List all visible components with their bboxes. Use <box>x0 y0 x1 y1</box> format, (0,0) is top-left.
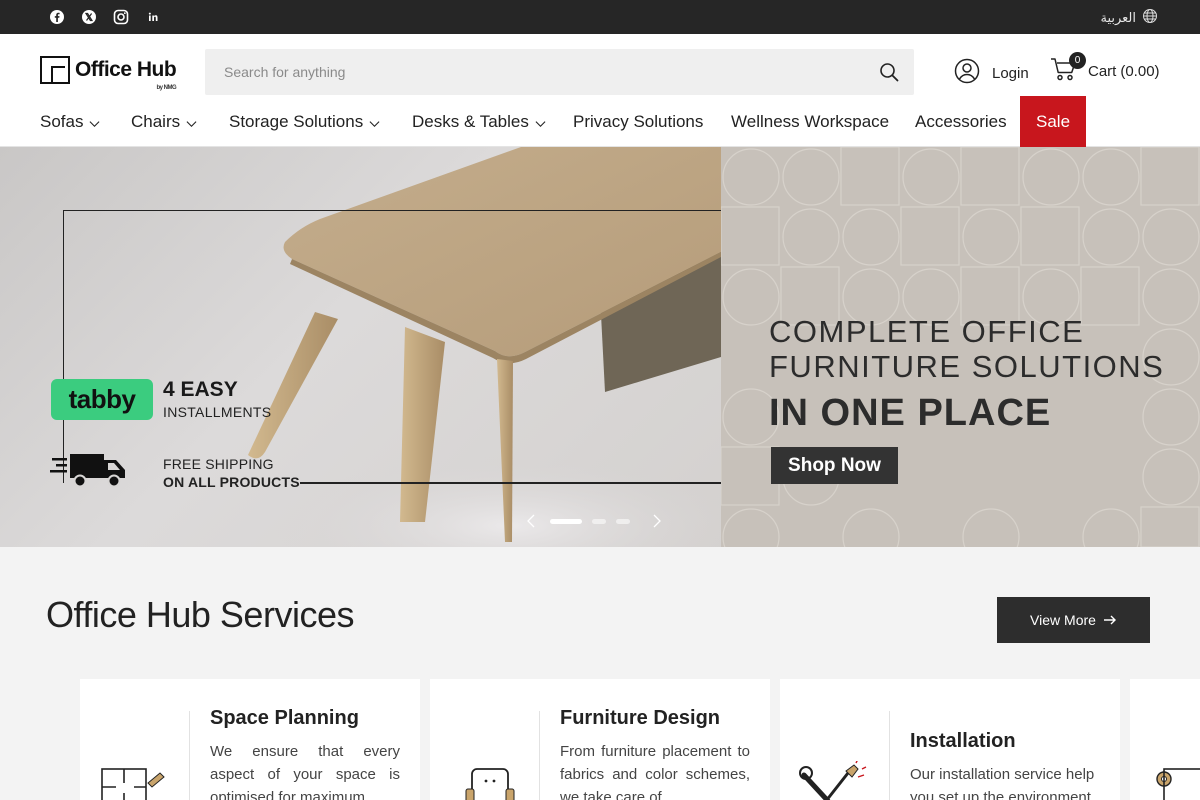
gear-icon <box>1156 768 1200 800</box>
site-logo[interactable]: Office Hub by NMG <box>40 56 177 91</box>
card-divider <box>539 711 540 800</box>
top-bar: العربية <box>0 0 1200 34</box>
logo-text: Office Hub by NMG <box>75 58 177 91</box>
carousel-dot-3[interactable] <box>616 518 630 524</box>
service-card-text: Our installation service help you set up… <box>910 766 1095 800</box>
armchair-icon <box>465 768 515 800</box>
chevron-left-icon[interactable] <box>524 513 540 529</box>
login-label: Login <box>992 64 1029 82</box>
nav-label: Sofas <box>40 111 84 131</box>
chevron-down-icon <box>186 121 197 128</box>
carousel-dot-1[interactable] <box>550 518 582 524</box>
free-shipping-text: FREE SHIPPING ON ALL PRODUCTS <box>163 455 300 491</box>
shipping-line-1: FREE SHIPPING <box>163 456 274 472</box>
hero-headline: COMPLETE OFFICE FURNITURE SOLUTIONS IN O… <box>769 314 1164 435</box>
nav-label: Accessories <box>915 111 1007 131</box>
user-icon <box>954 58 980 88</box>
linkedin-icon[interactable] <box>145 9 161 25</box>
chevron-down-icon <box>369 121 380 128</box>
floor-plan-icon <box>101 768 165 800</box>
hero-carousel: tabby 4 EASY INSTALLMENTS FREE SHIPPING … <box>0 147 1200 547</box>
search-bar <box>205 49 914 95</box>
headline-line-3: IN ONE PLACE <box>769 392 1052 434</box>
service-card-text: From furniture placement to fabrics and … <box>560 743 750 800</box>
carousel-dot-2[interactable] <box>592 518 606 524</box>
instagram-icon[interactable] <box>113 9 129 25</box>
nav-item-privacy-solutions[interactable]: Privacy Solutions <box>573 96 703 147</box>
carousel-controls <box>524 513 664 529</box>
language-switcher[interactable]: العربية <box>1100 8 1158 27</box>
logo-mark <box>40 56 70 84</box>
cart-total: (0.00) <box>1120 62 1160 80</box>
hero-image-table: tabby 4 EASY INSTALLMENTS FREE SHIPPING … <box>0 147 721 547</box>
chevron-down-icon <box>90 121 100 128</box>
nav-label: Wellness Workspace <box>731 111 890 131</box>
nav-item-sale[interactable]: Sale <box>1020 96 1087 147</box>
installments-title: 4 EASY <box>163 378 238 401</box>
service-card-partial[interactable] <box>1130 679 1200 800</box>
nav-label: Chairs <box>131 111 181 131</box>
hero-frame-line <box>63 210 721 483</box>
nav-item-sofas[interactable]: Sofas <box>40 96 100 147</box>
nav-item-wellness-workspace[interactable]: Wellness Workspace <box>731 96 889 147</box>
globe-icon <box>1142 8 1158 27</box>
logo-subtext: by NMG <box>156 85 177 91</box>
service-card-space-planning[interactable]: Space Planning We ensure that every aspe… <box>80 679 420 800</box>
view-more-button[interactable]: View More <box>997 597 1150 643</box>
main-nav: Sofas Chairs Storage Solutions Desks & T… <box>0 96 1200 147</box>
service-card-text: We ensure that every aspect of your spac… <box>210 743 400 800</box>
chevron-right-icon[interactable] <box>648 513 664 529</box>
nav-item-desks-tables[interactable]: Desks & Tables <box>412 96 546 147</box>
delivery-truck-icon <box>50 454 125 488</box>
facebook-icon[interactable] <box>49 9 65 25</box>
tabby-logo: tabby <box>51 379 153 420</box>
arrow-right-icon <box>1103 615 1116 625</box>
card-divider <box>189 711 190 800</box>
nav-label: Storage Solutions <box>229 111 364 131</box>
nav-label: Desks & Tables <box>412 111 529 131</box>
search-input[interactable] <box>205 49 855 95</box>
hero-frame-line-bottom <box>300 482 721 484</box>
shipping-line-2: ON ALL PRODUCTS <box>163 474 300 490</box>
language-label: العربية <box>1100 9 1136 25</box>
services-title: Office Hub Services <box>46 594 354 635</box>
service-card-title: Installation <box>910 730 1016 752</box>
service-card-furniture-design[interactable]: Furniture Design From furniture placemen… <box>430 679 770 800</box>
view-more-label: View More <box>1030 612 1096 628</box>
service-card-title: Space Planning <box>210 707 359 729</box>
nav-item-storage-solutions[interactable]: Storage Solutions <box>229 96 380 147</box>
login-link[interactable]: Login <box>954 58 1029 88</box>
cart-link[interactable]: 0 Cart (0.00) <box>1050 52 1160 86</box>
x-twitter-icon[interactable] <box>81 9 97 25</box>
nav-item-accessories[interactable]: Accessories <box>915 96 1007 147</box>
nav-label: Sale <box>1036 111 1071 131</box>
installments-subtitle: INSTALLMENTS <box>163 404 272 420</box>
search-icon[interactable] <box>879 62 899 82</box>
cart-count-badge: 0 <box>1069 52 1086 69</box>
card-divider <box>889 711 890 800</box>
social-links <box>49 9 161 25</box>
nav-label: Privacy Solutions <box>573 111 704 131</box>
service-card-title: Furniture Design <box>560 707 721 729</box>
chevron-down-icon <box>535 121 546 128</box>
nav-item-chairs[interactable]: Chairs <box>131 96 197 147</box>
headline-line-1: COMPLETE OFFICE <box>769 314 1085 349</box>
service-card-installation[interactable]: Installation Our installation service he… <box>780 679 1120 800</box>
cart-label: Cart <box>1088 62 1117 80</box>
site-header: Office Hub by NMG Login 0 Cart (0.00) So… <box>0 34 1200 147</box>
headline-line-2: FURNITURE SOLUTIONS <box>769 349 1165 384</box>
tools-icon <box>799 761 867 800</box>
installments-badge: 4 EASY INSTALLMENTS <box>163 378 271 420</box>
shop-now-button[interactable]: Shop Now <box>771 447 898 484</box>
